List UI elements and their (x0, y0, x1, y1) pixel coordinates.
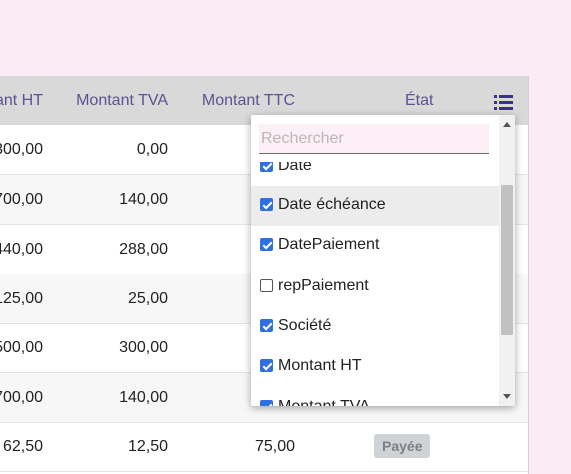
checkbox-checked[interactable] (260, 400, 273, 406)
cell-montant-ht: 500,00 (0, 339, 43, 356)
cell-montant-ht: 700,00 (0, 389, 43, 406)
status-badge: Payée (374, 434, 431, 458)
column-option-reppaiement[interactable]: repPaiement (251, 267, 499, 307)
header-montant-tva[interactable]: Montant TVA (76, 92, 168, 110)
search-input[interactable] (259, 124, 489, 154)
cell-montant-ht: 700,00 (0, 191, 43, 208)
scrollbar-thumb[interactable] (501, 185, 513, 335)
cell-montant-tva: 25,00 (127, 290, 168, 307)
cell-montant-ttc: 75,00 (254, 438, 295, 455)
header-etat[interactable]: État (405, 92, 433, 110)
column-list-icon[interactable] (494, 95, 513, 110)
cell-montant-tva: 140,00 (119, 389, 168, 406)
column-option-date-echeance[interactable]: Date échéance (251, 186, 499, 226)
cell-montant-tva: 140,00 (119, 191, 168, 208)
checkbox-checked[interactable] (260, 238, 273, 251)
column-option-societe[interactable]: Société (251, 307, 499, 347)
scroll-up-arrow-icon[interactable] (503, 122, 511, 127)
table-row[interactable]: 62,50 12,50 75,00 Payée (0, 422, 528, 472)
cell-montant-tva: 300,00 (119, 339, 168, 356)
column-option-label: Société (278, 317, 332, 334)
column-option-label: Montant TVA (278, 398, 370, 406)
cell-montant-tva: 288,00 (119, 241, 168, 258)
search-wrapper (251, 115, 499, 162)
cell-montant-tva: 12,50 (127, 438, 168, 455)
checkbox-checked[interactable] (260, 198, 273, 211)
column-option-montant-ht[interactable]: Montant HT (251, 347, 499, 387)
column-option-label: Date échéance (278, 196, 386, 213)
header-montant-ttc[interactable]: Montant TTC (202, 92, 295, 110)
column-option-montant-tva[interactable]: Montant TVA (251, 388, 499, 406)
header-montant-ht[interactable]: ant HT (0, 92, 43, 110)
cell-montant-ht: 62,50 (2, 438, 43, 455)
column-option-label: repPaiement (278, 277, 369, 294)
dropdown-scrollbar[interactable] (499, 115, 515, 406)
column-chooser-dropdown: Date Date échéance DatePaiement repPaiem… (251, 115, 515, 406)
checkbox-checked[interactable] (260, 359, 273, 372)
cell-montant-ht: 440,00 (0, 241, 43, 258)
checkbox-unchecked[interactable] (260, 279, 273, 292)
checkbox-checked[interactable] (260, 319, 273, 332)
scroll-down-arrow-icon[interactable] (503, 394, 511, 399)
cell-montant-tva: 0,00 (136, 141, 168, 158)
column-option-label: Montant HT (278, 357, 362, 374)
cell-montant-ht: 125,00 (0, 290, 43, 307)
column-option-label: DatePaiement (278, 236, 380, 253)
cell-montant-ht: 300,00 (0, 141, 43, 158)
column-option-datepaiement[interactable]: DatePaiement (251, 226, 499, 266)
